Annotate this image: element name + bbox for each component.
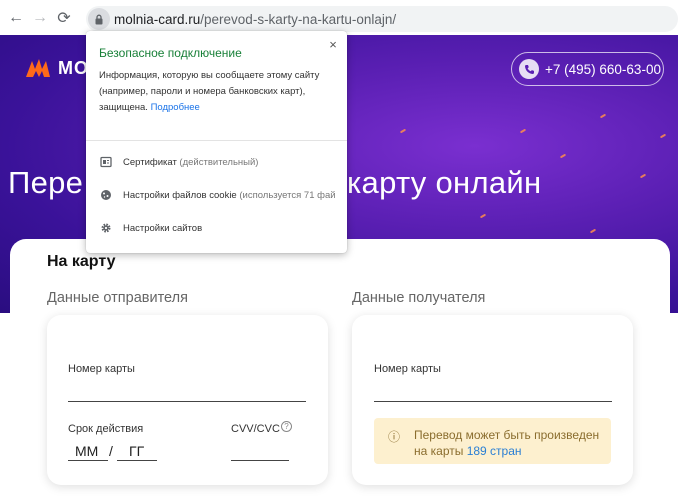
phone-icon xyxy=(519,59,539,79)
popup-description-text: Информация, которую вы сообщаете этому с… xyxy=(99,70,320,113)
browser-toolbar: ← → ⟳ molnia-card.ru/perevod-s-karty-na-… xyxy=(0,0,678,35)
url-domain: molnia-card.ru xyxy=(114,11,201,27)
countries-link[interactable]: 189 стран xyxy=(467,444,522,458)
close-icon[interactable]: × xyxy=(327,37,339,52)
logo-text: МО xyxy=(58,57,89,78)
reload-icon: ⟳ xyxy=(57,9,71,27)
reload-button[interactable]: ⟳ xyxy=(52,6,76,30)
forward-arrow-icon: → xyxy=(32,8,48,26)
cvv-help-icon[interactable]: ? xyxy=(281,421,292,432)
certificate-icon xyxy=(99,156,112,169)
transfer-info-box: ⓘ Перевод может быть произведен на карты… xyxy=(374,418,611,464)
popup-divider xyxy=(86,140,347,141)
decor-spark xyxy=(599,113,607,119)
decor-spark xyxy=(559,153,567,159)
expiry-month-underline xyxy=(68,460,108,461)
site-info-popup: Безопасное подключение × Информация, кот… xyxy=(86,31,347,253)
popup-item-site-settings[interactable]: Настройки сайтов xyxy=(86,215,347,241)
expiry-separator: / xyxy=(109,443,113,459)
site-info-button[interactable] xyxy=(88,8,110,30)
sender-section-label: Данные отправителя xyxy=(47,290,188,306)
sender-card-number-input[interactable] xyxy=(68,401,306,402)
lightning-logo-icon xyxy=(26,59,50,77)
page-title-right: карту онлайн xyxy=(347,165,542,200)
expiry-year-underline xyxy=(117,460,157,461)
popup-description: Информация, которую вы сообщаете этому с… xyxy=(99,68,339,116)
popup-item-label: Сертификат (действительный) xyxy=(123,157,258,168)
info-text: Перевод может быть произведен на карты 1… xyxy=(414,427,604,459)
info-icon: ⓘ xyxy=(388,430,401,444)
decor-spark xyxy=(659,133,667,139)
popup-item-certificate[interactable]: Сертификат (действительный) xyxy=(86,149,347,175)
cvv-label: CVV/CVC xyxy=(231,423,280,435)
page-title: Пере карту онлайн xyxy=(8,165,541,201)
learn-more-link[interactable]: Подробнее xyxy=(151,102,200,113)
cookies-detail: (используется 71 фай xyxy=(236,189,336,201)
decor-spark xyxy=(399,128,407,134)
page-title-left: Пере xyxy=(8,165,84,200)
phone-number: +7 (495) 660-63-00 xyxy=(545,61,661,77)
recipient-card-number-label: Номер карты xyxy=(374,363,441,375)
popup-item-label: Настройки файлов cookie (используется 71… xyxy=(123,190,336,201)
cookie-icon xyxy=(99,189,112,202)
form-section-title: На карту xyxy=(47,253,116,270)
gear-icon xyxy=(99,222,112,235)
cvv-input[interactable] xyxy=(231,460,289,461)
decor-spark xyxy=(639,173,647,179)
popup-title: Безопасное подключение xyxy=(99,46,242,60)
expiry-year-input[interactable]: ГГ xyxy=(129,443,144,459)
certificate-detail: (действительный) xyxy=(176,156,259,168)
decor-spark xyxy=(519,128,527,134)
recipient-section-label: Данные получателя xyxy=(352,290,486,306)
url-path: /perevod-s-karty-na-kartu-onlajn/ xyxy=(200,11,397,27)
cookies-label: Настройки файлов cookie xyxy=(123,189,237,201)
expiry-month-input[interactable]: ММ xyxy=(75,443,98,459)
lock-icon xyxy=(95,14,103,24)
site-logo[interactable]: МО xyxy=(24,57,89,79)
back-arrow-icon: ← xyxy=(8,8,24,26)
popup-item-label: Настройки сайтов xyxy=(123,222,203,234)
back-button[interactable]: ← xyxy=(4,6,28,30)
decor-spark xyxy=(479,213,487,219)
certificate-label: Сертификат xyxy=(123,156,177,168)
url-text: molnia-card.ru/perevod-s-karty-na-kartu-… xyxy=(114,12,396,27)
phone-button[interactable]: +7 (495) 660-63-00 xyxy=(511,52,664,86)
expiry-label: Срок действия xyxy=(68,423,144,435)
address-bar[interactable]: molnia-card.ru/perevod-s-karty-na-kartu-… xyxy=(86,6,678,32)
decor-spark xyxy=(589,228,597,234)
forward-button[interactable]: → xyxy=(28,6,52,30)
sender-card-number-label: Номер карты xyxy=(68,363,135,375)
recipient-card-number-input[interactable] xyxy=(374,401,612,402)
popup-item-cookies[interactable]: Настройки файлов cookie (используется 71… xyxy=(86,182,347,208)
